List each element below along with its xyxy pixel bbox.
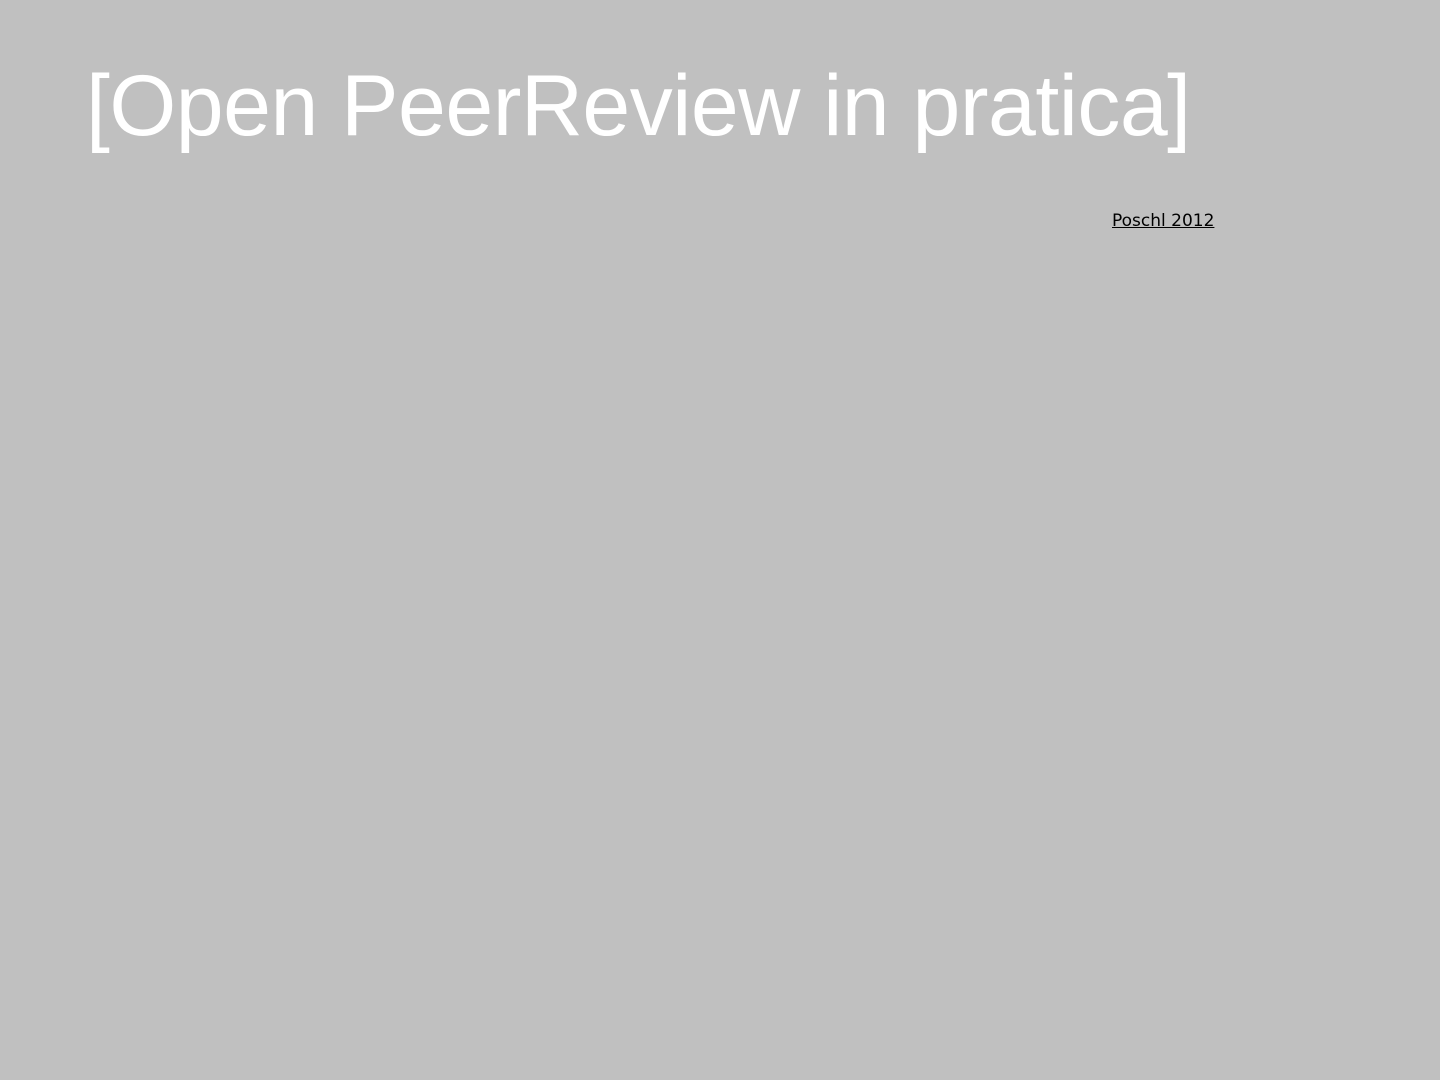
slide: [Open PeerReview in pratica] Poschl 2012 <box>0 0 1440 1080</box>
citation-link[interactable]: Poschl 2012 <box>1112 209 1214 233</box>
slide-title: [Open PeerReview in pratica] <box>86 58 1191 154</box>
